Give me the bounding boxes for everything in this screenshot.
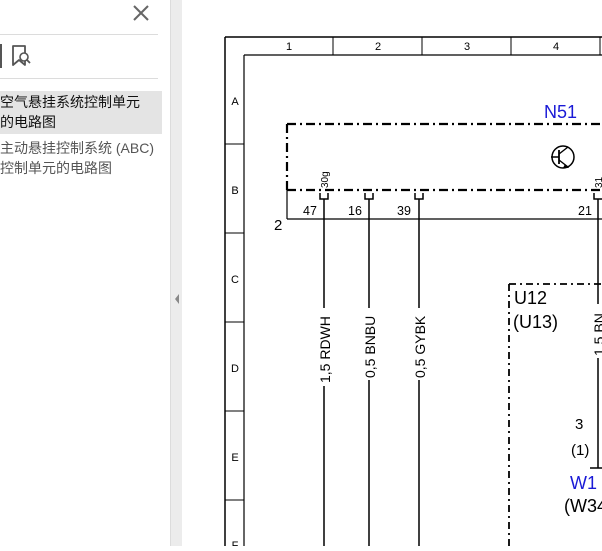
ground-label-w1: W1 — [570, 473, 597, 493]
pin-number: 16 — [348, 204, 362, 218]
wiring-diagram: 1 2 3 4 A B C D E F N51 2 47 16 39 21 30… — [224, 36, 602, 551]
bookmark-item-abc[interactable]: 主动悬挂控制系统 (ABC) 控制单元的电路图 — [0, 138, 162, 178]
component-label-n51: N51 — [544, 102, 577, 122]
pin-number: 21 — [578, 204, 592, 218]
row-label: E — [231, 452, 238, 464]
row-label: B — [231, 185, 238, 197]
pin-number: 3 — [575, 416, 583, 433]
pin-function-label: 30g — [320, 171, 331, 188]
close-icon[interactable] — [130, 2, 152, 24]
bookmark-item-label: 的电路图 — [0, 114, 56, 130]
ground-label-w34: (W34 — [564, 496, 602, 516]
bookmark-search-icon[interactable] — [10, 44, 32, 68]
toolbar-separator — [0, 44, 2, 68]
panel-divider — [0, 78, 158, 79]
pin-number: 39 — [397, 204, 411, 218]
row-label: D — [231, 363, 239, 375]
panel-splitter[interactable] — [170, 0, 182, 546]
pin-number: (1) — [571, 442, 589, 459]
bookmarks-panel: 空气悬挂系统控制单元 的电路图 主动悬挂控制系统 (ABC) 控制单元的电路图 — [0, 0, 170, 546]
column-label: 1 — [286, 41, 292, 53]
bookmark-item-label: 主动悬挂控制系统 (ABC) — [0, 140, 154, 156]
column-label: 4 — [553, 41, 559, 53]
panel-divider — [0, 34, 158, 35]
wire-label: 0,5 GYBK — [412, 315, 428, 378]
column-label: 2 — [375, 41, 381, 53]
bookmark-item-label: 空气悬挂系统控制单元 — [0, 94, 140, 110]
collapse-left-icon[interactable] — [173, 292, 181, 306]
bookmark-item-air-suspension[interactable]: 空气悬挂系统控制单元 的电路图 — [0, 91, 162, 134]
pin-terminal — [319, 193, 602, 200]
document-view: 1 2 3 4 A B C D E F N51 2 47 16 39 21 30… — [182, 0, 602, 551]
transistor-icon — [551, 145, 575, 169]
pin-function-label: 31 — [594, 176, 602, 188]
row-label: C — [231, 274, 239, 286]
pin-number: 47 — [303, 204, 317, 218]
row-label: A — [231, 96, 239, 108]
connector-reference: 2 — [274, 217, 282, 234]
component-label-u13: (U13) — [513, 312, 558, 332]
wire-label: 1,5 RDWH — [317, 316, 333, 383]
wire-label: 0,5 BNBU — [362, 316, 378, 378]
row-label: F — [232, 540, 239, 546]
bookmark-item-label: 控制单元的电路图 — [0, 160, 112, 176]
wire-label: 1,5 BN — [591, 313, 602, 356]
component-label-u12: U12 — [514, 288, 547, 308]
column-label: 3 — [464, 41, 470, 53]
